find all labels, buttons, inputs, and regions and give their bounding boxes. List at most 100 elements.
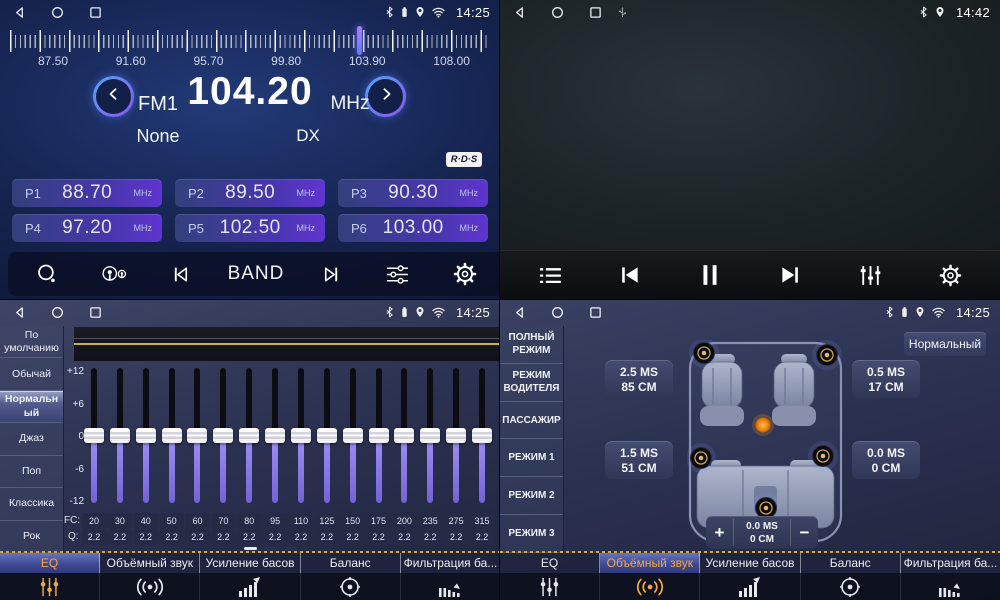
preset-button-p3[interactable]: P390.30MHz [338,179,488,207]
delay-minus-button[interactable]: − [791,523,818,543]
eq-slider-track[interactable] [376,368,382,503]
listening-mode-item[interactable]: ПАССАЖИР [500,402,563,440]
eq-slider-track[interactable] [91,368,97,503]
listening-mode-item[interactable]: РЕЖИМ 3 [500,515,563,553]
eq-preset-item[interactable]: Обычай [0,358,63,390]
listening-mode-item[interactable]: ПОЛНЫЙ РЕЖИМ [500,326,563,364]
back-icon[interactable] [513,306,526,319]
settings-gear-icon[interactable] [445,254,485,294]
eq-slider-handle[interactable] [446,428,466,443]
eq-slider-handle[interactable] [110,428,130,443]
recents-icon[interactable] [589,306,602,319]
playlist-icon[interactable] [530,255,570,295]
bass-boost-icon[interactable] [200,573,300,600]
surround-icon[interactable] [100,573,200,600]
equalizer-icon[interactable] [850,255,890,295]
frequency-scale[interactable] [10,29,490,53]
eq-slider-handle[interactable] [317,428,337,443]
broadcast-dx-icon[interactable] [94,254,134,294]
eq-preset-item[interactable]: По умолчанию [0,326,63,358]
eq-preset-item[interactable]: Джаз [0,423,63,455]
home-icon[interactable] [551,6,564,19]
surround-icon[interactable] [600,573,700,600]
back-icon[interactable] [513,6,526,19]
previous-station-icon[interactable] [161,254,201,294]
eq-slider-handle[interactable] [239,428,259,443]
eq-sliders-icon[interactable] [0,573,100,600]
eq-slider-handle[interactable] [291,428,311,443]
page-dot[interactable] [284,547,297,550]
preset-button-p5[interactable]: P5102.50MHz [175,214,325,242]
bass-boost-icon[interactable] [700,573,800,600]
eq-slider-handle[interactable] [394,428,414,443]
eq-slider-handle[interactable] [265,428,285,443]
tab-audio-4[interactable]: Фильтрация ба... [401,553,500,573]
balance-icon[interactable] [801,573,901,600]
filter-icon[interactable] [401,573,500,600]
eq-slider-track[interactable] [324,368,330,503]
eq-slider-handle[interactable] [369,428,389,443]
tab-audio-2[interactable]: Усиление басов [700,553,800,573]
preset-button-p4[interactable]: P497.20MHz [12,214,162,242]
eq-slider-handle[interactable] [136,428,156,443]
eq-slider-handle[interactable] [343,428,363,443]
pause-icon[interactable] [690,255,730,295]
eq-slider-track[interactable] [427,368,433,503]
eq-slider-track[interactable] [143,368,149,503]
front-right-delay-button[interactable]: 0.5 MS 17 CM [852,360,920,398]
eq-slider-track[interactable] [194,368,200,503]
back-icon[interactable] [13,306,26,319]
eq-slider-track[interactable] [453,368,459,503]
eq-slider-track[interactable] [169,368,175,503]
eq-slider-handle[interactable] [162,428,182,443]
band-button[interactable]: BAND [228,263,285,285]
page-dot[interactable] [244,547,257,550]
tab-audio-1[interactable]: Объёмный звук [100,553,200,573]
previous-track-icon[interactable] [610,255,650,295]
front-left-delay-button[interactable]: 2.5 MS 85 CM [605,360,673,398]
filter-icon[interactable] [901,573,1000,600]
eq-sliders-icon[interactable] [500,573,600,600]
eq-preset-item[interactable]: Рок [0,521,63,553]
eq-slider-track[interactable] [479,368,485,503]
eq-slider-track[interactable] [350,368,356,503]
recents-icon[interactable] [589,6,602,19]
next-track-icon[interactable] [770,255,810,295]
preset-button-p2[interactable]: P289.50MHz [175,179,325,207]
eq-slider-handle[interactable] [213,428,233,443]
eq-preset-item[interactable]: Нормальный [0,391,63,423]
listening-mode-item[interactable]: РЕЖИМ ВОДИТЕЛЯ [500,364,563,402]
eq-slider-track[interactable] [246,368,252,503]
eq-slider-handle[interactable] [420,428,440,443]
delay-preset-button[interactable]: Нормальный [904,332,986,356]
tab-audio-3[interactable]: Баланс [801,553,901,573]
recents-icon[interactable] [89,6,102,19]
next-station-icon[interactable] [311,254,351,294]
eq-slider-track[interactable] [298,368,304,503]
tab-eq[interactable]: EQ [0,553,100,573]
tab-audio-1[interactable]: Объёмный звук [600,553,700,573]
scan-search-icon[interactable] [27,254,67,294]
eq-slider-handle[interactable] [84,428,104,443]
home-icon[interactable] [551,306,564,319]
preset-button-p6[interactable]: P6103.00MHz [338,214,488,242]
listening-mode-item[interactable]: РЕЖИМ 2 [500,477,563,515]
eq-slider-track[interactable] [272,368,278,503]
settings-gear-icon[interactable] [930,255,970,295]
home-icon[interactable] [51,306,64,319]
eq-preset-item[interactable]: Классика [0,488,63,520]
tab-audio-3[interactable]: Баланс [301,553,401,573]
tab-audio-4[interactable]: Фильтрация ба... [901,553,1000,573]
eq-slider-handle[interactable] [472,428,492,443]
tab-eq[interactable]: EQ [500,553,600,573]
preset-button-p1[interactable]: P188.70MHz [12,179,162,207]
listening-mode-item[interactable]: РЕЖИМ 1 [500,439,563,477]
delay-plus-button[interactable]: + [706,523,733,543]
eq-slider-track[interactable] [117,368,123,503]
balance-icon[interactable] [301,573,401,600]
eq-slider-track[interactable] [401,368,407,503]
eq-slider-track[interactable] [220,368,226,503]
back-icon[interactable] [13,6,26,19]
sliders-icon[interactable] [378,254,418,294]
recents-icon[interactable] [89,306,102,319]
